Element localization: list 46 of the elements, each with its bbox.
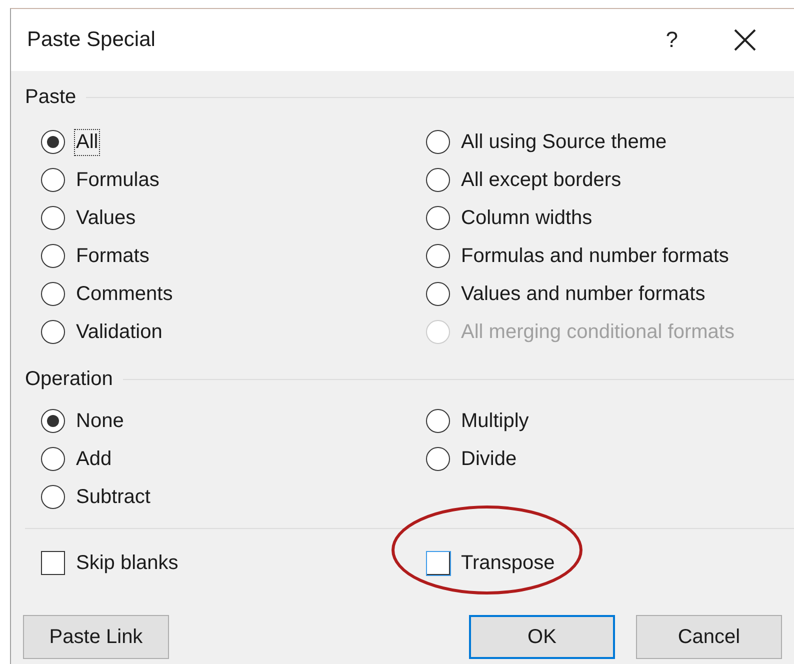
checkbox[interactable] xyxy=(426,551,450,575)
radio-button[interactable] xyxy=(41,282,65,306)
radio-button[interactable] xyxy=(426,447,450,471)
option-label: None xyxy=(75,408,125,434)
option-label: All merging conditional formats xyxy=(460,320,736,344)
radio-button[interactable] xyxy=(426,244,450,268)
close-button[interactable] xyxy=(734,28,758,52)
dialog-button[interactable]: Cancel xyxy=(636,615,782,659)
radio-button[interactable] xyxy=(41,206,65,230)
option-label: All xyxy=(74,128,100,156)
radio-button[interactable] xyxy=(41,485,65,509)
radio-button[interactable] xyxy=(426,168,450,192)
radio-button[interactable] xyxy=(41,409,65,433)
option-label: Divide xyxy=(460,446,518,472)
radio-button[interactable] xyxy=(426,130,450,154)
group-label: Paste xyxy=(25,86,76,108)
option-label: Values and number formats xyxy=(460,282,706,306)
option-label: Formulas xyxy=(75,168,160,192)
dialog-button[interactable]: OK xyxy=(469,615,615,659)
radio-button[interactable] xyxy=(426,206,450,230)
radio-button[interactable] xyxy=(41,130,65,154)
option-label: Comments xyxy=(75,282,174,306)
option-label: Values xyxy=(75,206,137,230)
window-title: Paste Special xyxy=(27,28,156,52)
option-label: All using Source theme xyxy=(460,130,668,154)
option-label: Column widths xyxy=(460,206,594,230)
option-label: Validation xyxy=(75,320,164,344)
group-label: Operation xyxy=(25,368,113,390)
option-label: Skip blanks xyxy=(75,550,180,576)
radio-button[interactable] xyxy=(426,409,450,433)
option-label: Formulas and number formats xyxy=(460,244,730,268)
radio-button[interactable] xyxy=(41,168,65,192)
option-label: All except borders xyxy=(460,168,622,192)
option-label: Transpose xyxy=(460,550,556,576)
option-label: Subtract xyxy=(75,484,152,510)
dialog-button[interactable]: Paste Link xyxy=(23,615,169,659)
option-label: Multiply xyxy=(460,408,530,434)
option-label: Formats xyxy=(75,244,150,268)
checkbox[interactable] xyxy=(41,551,65,575)
close-icon xyxy=(734,29,756,51)
radio-button[interactable] xyxy=(426,282,450,306)
radio-button[interactable] xyxy=(41,244,65,268)
option-label: Add xyxy=(75,446,113,472)
radio-button[interactable] xyxy=(41,447,65,471)
radio-button[interactable] xyxy=(41,320,65,344)
help-button[interactable]: ? xyxy=(666,27,678,53)
